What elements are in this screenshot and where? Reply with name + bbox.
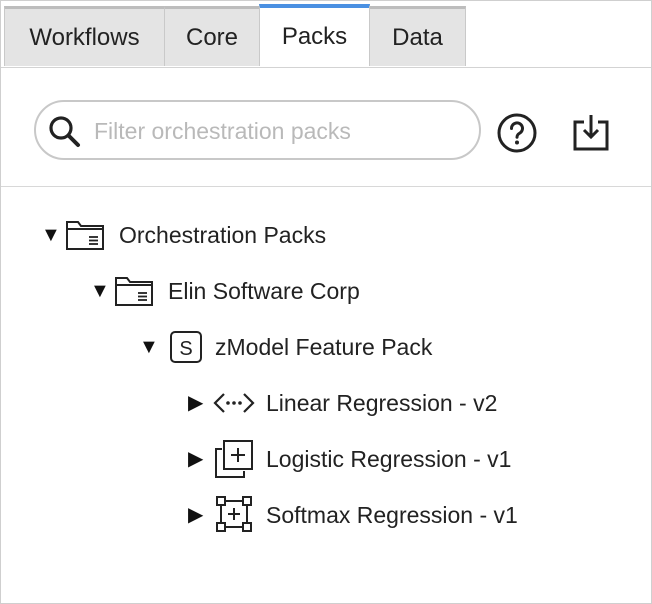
- search-input[interactable]: [92, 110, 466, 152]
- tab-bar: Workflows Core Packs Data: [1, 1, 651, 68]
- folder-icon: [114, 271, 158, 311]
- tab-packs[interactable]: Packs: [259, 4, 370, 66]
- caret-down-icon[interactable]: ▼: [41, 225, 65, 245]
- caret-down-icon[interactable]: ▼: [90, 281, 114, 301]
- question-circle-icon: [497, 113, 537, 153]
- tree-node-label: Logistic Regression - v1: [266, 445, 512, 472]
- tree-node-zmodel-feature-pack[interactable]: ▼ S zModel Feature Pack: [139, 327, 432, 367]
- tab-workflows[interactable]: Workflows: [4, 6, 165, 66]
- tree-node-logistic-regression[interactable]: ▶ Logistic Regression - v1: [188, 439, 511, 479]
- pack-tree: ▼ Orchestration Packs ▼ Elin Software Co…: [1, 187, 651, 603]
- tree-node-elin-software-corp[interactable]: ▼ Elin Software Corp: [90, 271, 360, 311]
- tree-node-softmax-regression[interactable]: ▶ Softmax Regression - v1: [188, 495, 518, 535]
- caret-right-icon[interactable]: ▶: [188, 393, 212, 413]
- tree-node-orchestration-packs[interactable]: ▼ Orchestration Packs: [41, 215, 326, 255]
- help-button[interactable]: [496, 112, 538, 154]
- dotted-arrows-icon: [212, 383, 256, 423]
- tree-node-label: Elin Software Corp: [168, 277, 360, 304]
- caret-down-icon[interactable]: ▼: [139, 337, 163, 357]
- import-button[interactable]: [571, 112, 611, 152]
- selection-plus-icon: [212, 495, 256, 535]
- packs-panel: Workflows Core Packs Data Filter orchest…: [0, 0, 652, 604]
- tab-data[interactable]: Data: [369, 6, 466, 66]
- caret-right-icon[interactable]: ▶: [188, 505, 212, 525]
- tree-node-label: zModel Feature Pack: [215, 333, 433, 360]
- tab-core[interactable]: Core: [164, 6, 260, 66]
- s-box-icon: S: [163, 327, 207, 367]
- search-icon: [49, 116, 80, 147]
- stacked-plus-icon: [212, 439, 256, 479]
- toolbar: [1, 68, 651, 187]
- folder-icon: [65, 215, 109, 255]
- search-box[interactable]: [34, 100, 481, 160]
- tree-node-label: Orchestration Packs: [119, 221, 327, 248]
- tree-node-label: Linear Regression - v2: [266, 389, 498, 416]
- tree-node-label: Softmax Regression - v1: [266, 501, 518, 528]
- caret-right-icon[interactable]: ▶: [188, 449, 212, 469]
- svg-text:S: S: [179, 338, 192, 360]
- tree-node-linear-regression[interactable]: ▶ Linear Regression - v2: [188, 383, 497, 423]
- download-tray-icon: [573, 115, 609, 151]
